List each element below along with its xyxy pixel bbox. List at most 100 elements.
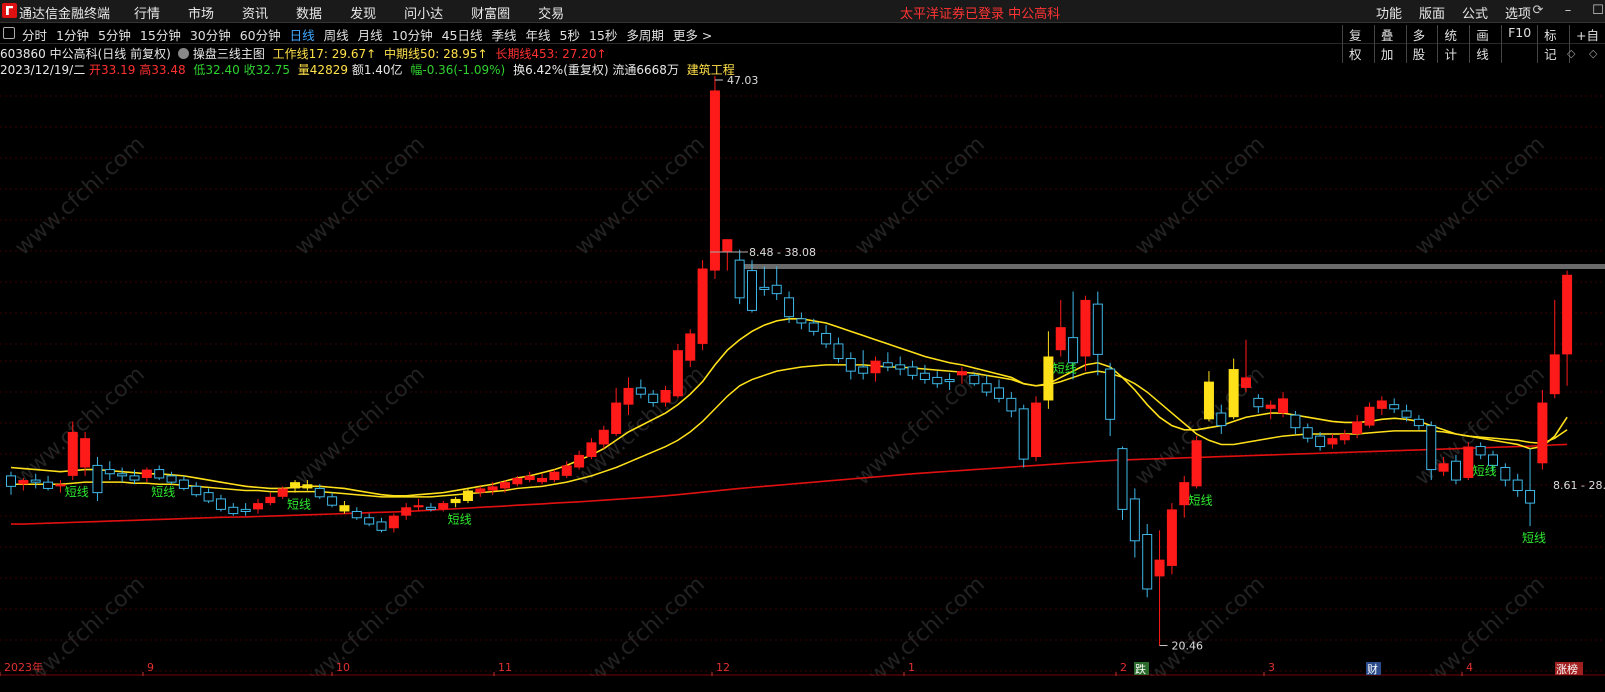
candle-body <box>203 492 214 502</box>
chart-tool-button[interactable]: 画线 <box>1469 25 1501 63</box>
main-menu-item[interactable]: 行情 <box>134 3 160 22</box>
maximize-icon[interactable]: ☐ <box>1590 3 1605 18</box>
chart-tool-button[interactable]: 复权 <box>1342 25 1374 63</box>
candle-body <box>166 475 177 483</box>
candle-body <box>364 517 375 525</box>
diamond-icon-2[interactable]: ◇ <box>1589 47 1597 60</box>
period-tab[interactable]: 更多 > <box>673 25 712 44</box>
right-menu-item[interactable]: 选项 <box>1505 3 1531 22</box>
watermark-text: www.cfchi.com <box>850 132 989 261</box>
period-tab[interactable]: 年线 <box>526 25 551 44</box>
period-tab[interactable]: 45日线 <box>442 25 483 44</box>
main-menu-item[interactable]: 问小达 <box>404 3 443 22</box>
candlestick-chart[interactable]: www.cfchi.com www.cfchi.com www.cfchi.com w… <box>0 76 1605 676</box>
period-tab[interactable]: 15分钟 <box>140 25 181 44</box>
candle-body <box>253 503 263 510</box>
candle-body <box>1475 446 1486 456</box>
candle-body <box>1129 498 1140 542</box>
short-line-label: 短线 <box>287 498 311 512</box>
period-tab[interactable]: 月线 <box>358 25 383 44</box>
stock-code-name: 603860 中公高科(日线 前复权) <box>0 47 171 61</box>
period-tab[interactable]: 10分钟 <box>392 25 433 44</box>
candle-body <box>376 521 387 531</box>
candle-body <box>660 389 671 403</box>
candle-body <box>191 485 202 496</box>
candle-body <box>265 496 276 504</box>
watermark-text: www.cfchi.com <box>290 572 429 676</box>
work-line-series <box>10 317 1568 497</box>
candle-body <box>1537 402 1548 464</box>
main-menu-item[interactable]: 资讯 <box>242 3 268 22</box>
main-menu-item[interactable]: 交易 <box>538 3 564 22</box>
candle-body <box>722 239 733 252</box>
main-menu-item[interactable]: 市场 <box>188 3 214 22</box>
period-tab[interactable]: 多周期 <box>626 25 664 44</box>
main-menu-item[interactable]: 财富圈 <box>471 3 510 22</box>
period-tab[interactable]: 30分钟 <box>190 25 231 44</box>
candle-body <box>784 297 795 318</box>
candle-body <box>351 510 362 519</box>
candle-body <box>290 482 301 489</box>
diamond-icon[interactable]: ◇ <box>1567 47 1575 60</box>
candle-body <box>401 507 412 516</box>
candle-body <box>1426 425 1437 471</box>
candle-body <box>1278 398 1289 414</box>
chart-tool-button[interactable]: 标记 <box>1537 25 1569 63</box>
chart-tool-button[interactable]: 多股 <box>1405 25 1438 63</box>
period-tab[interactable]: 5分钟 <box>98 25 131 44</box>
period-tab[interactable]: 5秒 <box>560 25 580 44</box>
candle-body <box>1401 410 1412 418</box>
period-tab[interactable]: 1分钟 <box>56 25 89 44</box>
candle-body <box>1105 368 1116 420</box>
period-tab[interactable]: 60分钟 <box>240 25 281 44</box>
candle-body <box>1352 421 1363 434</box>
period-tab[interactable]: 日线 <box>290 25 315 44</box>
right-menu-item[interactable]: 公式 <box>1462 3 1488 22</box>
period-tab[interactable]: 15秒 <box>589 25 617 44</box>
panel-toggle-icon[interactable] <box>3 27 15 39</box>
quote-sector[interactable]: 建筑工程 <box>687 63 735 77</box>
period-tabs: 分时 1分钟 5分钟 15分钟 30分钟 60分钟 日线 周线 月线 10分钟 45日线 季线 年线 5秒… <box>22 25 721 44</box>
candle-body <box>80 438 91 468</box>
candle-body <box>425 506 436 510</box>
period-tab[interactable]: 周线 <box>324 25 349 44</box>
short-line-label: 短线 <box>151 485 175 499</box>
period-tab[interactable]: 分时 <box>22 25 47 44</box>
candle-body <box>833 343 844 360</box>
indicator-name[interactable]: 操盘三线主图 <box>193 47 265 61</box>
chart-tool-button[interactable]: 统计 <box>1437 25 1469 63</box>
candle-body <box>574 454 585 468</box>
candle-body <box>759 286 770 290</box>
candle-body <box>944 379 955 383</box>
title-bar: 通达信金融终端 行情 市场 资讯 数据 发现 问小达 财富圈 交易 太平洋证券已登录 中公高科… <box>0 0 1605 23</box>
candle-body <box>1549 354 1560 395</box>
candle-body <box>154 469 165 479</box>
chart-tool-button[interactable]: F10 <box>1501 25 1537 63</box>
candle-body <box>956 371 967 376</box>
main-menu-item[interactable]: 发现 <box>350 3 376 22</box>
window-controls: ⟳ – ☐ ✕ <box>1530 3 1605 18</box>
main-menu-item[interactable]: 数据 <box>296 3 322 22</box>
candle-body <box>462 490 473 502</box>
chart-tool-button[interactable]: 叠加 <box>1373 25 1406 63</box>
refresh-icon[interactable]: ⟳ <box>1530 3 1546 18</box>
range-right-label: 8.61 - 28. <box>1553 479 1605 492</box>
quote-turnover: 换6.42%(重复权) <box>513 63 609 77</box>
quote-amount: 额1.40亿 <box>351 63 403 77</box>
candle-body <box>1364 406 1375 426</box>
right-menu-item[interactable]: 功能 <box>1376 3 1402 22</box>
candle-body <box>327 496 338 506</box>
candle-body <box>1562 274 1573 355</box>
indicator-settings-icon[interactable] <box>177 48 189 59</box>
x-axis-label: 2023年 <box>4 660 43 674</box>
candle-body <box>178 479 189 489</box>
high-price-mark: 47.03 <box>727 76 759 87</box>
right-menu-item[interactable]: 版面 <box>1419 3 1445 22</box>
minimize-icon[interactable]: – <box>1560 3 1576 18</box>
period-tab[interactable]: 季线 <box>492 25 517 44</box>
candle-body <box>747 270 757 311</box>
candle-body <box>1302 427 1313 439</box>
candle-body <box>1117 448 1128 510</box>
candle-body <box>981 383 992 393</box>
range-separator <box>740 264 1605 269</box>
